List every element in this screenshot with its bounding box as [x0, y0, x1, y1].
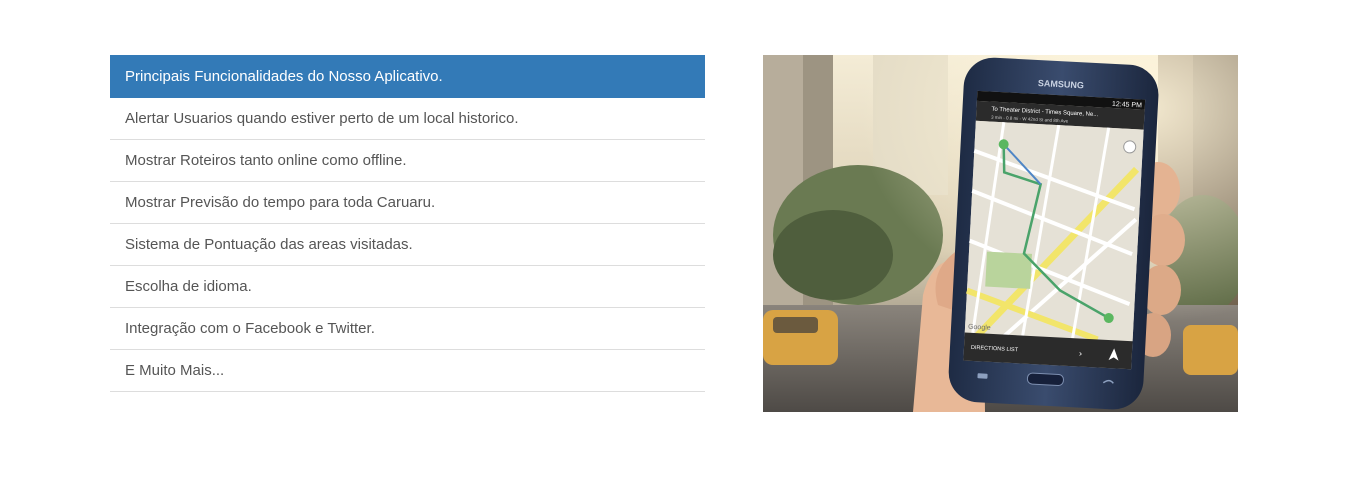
feature-item-points[interactable]: Sistema de Pontuação das areas visitadas… — [110, 224, 705, 266]
locate-icon[interactable] — [1123, 140, 1137, 154]
menu-key-icon[interactable] — [977, 373, 988, 379]
feature-item-alerts[interactable]: Alertar Usuarios quando estiver perto de… — [110, 98, 705, 140]
map-watermark: Google — [968, 324, 991, 332]
home-button[interactable] — [1026, 372, 1064, 386]
features-list-header[interactable]: Principais Funcionalidades do Nosso Apli… — [110, 55, 705, 98]
chevron-right-icon[interactable]: › — [1079, 350, 1083, 360]
feature-item-more[interactable]: E Muito Mais... — [110, 350, 705, 392]
feature-item-social[interactable]: Integração com o Facebook e Twitter. — [110, 308, 705, 350]
map-area — [964, 120, 1144, 344]
features-list: Principais Funcionalidades do Nosso Apli… — [110, 55, 705, 392]
feature-item-routes[interactable]: Mostrar Roteiros tanto online como offli… — [110, 140, 705, 182]
app-photo: SAMSUNG 12:45 PM To Theater District - T… — [763, 55, 1238, 412]
feature-item-language[interactable]: Escolha de idioma. — [110, 266, 705, 308]
page: Principais Funcionalidades do Nosso Apli… — [0, 0, 1366, 477]
feature-item-weather[interactable]: Mostrar Previsão do tempo para toda Caru… — [110, 182, 705, 224]
